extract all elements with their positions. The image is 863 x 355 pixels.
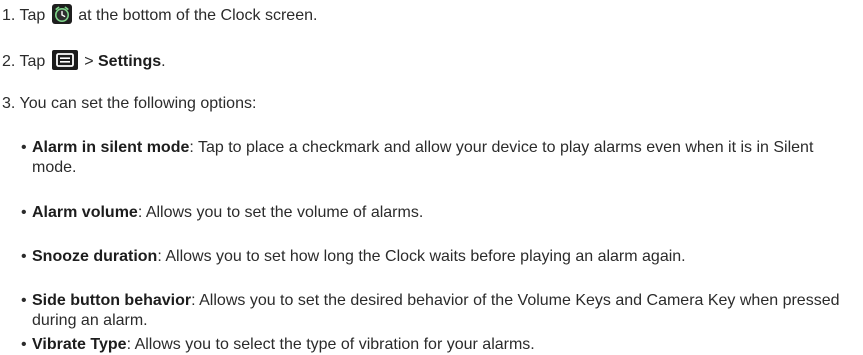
menu-key-icon xyxy=(51,50,78,76)
option-term: Side button behavior xyxy=(32,292,192,309)
bullet-icon: • xyxy=(21,248,27,265)
bullet-icon: • xyxy=(21,204,27,221)
option-term: Vibrate Type xyxy=(32,336,127,353)
list-item: • Alarm in silent mode: Tap to place a c… xyxy=(21,138,851,178)
step-3: 3. You can set the following options: xyxy=(2,94,256,114)
option-term: Alarm in silent mode xyxy=(32,139,190,156)
option-desc: : Allows you to select the type of vibra… xyxy=(126,336,535,353)
option-desc: : Allows you to set how long the Clock w… xyxy=(157,248,686,265)
option-term: Snooze duration xyxy=(32,248,158,265)
step-2-suffix: . xyxy=(161,53,166,70)
alarm-clock-icon xyxy=(51,4,72,30)
list-item: • Side button behavior: Allows you to se… xyxy=(21,291,851,331)
step-1: 1. Tap at the bottom of the Clock screen… xyxy=(2,4,317,30)
step-2: 2. Tap > Settings. xyxy=(2,50,166,76)
bullet-icon: • xyxy=(21,336,27,353)
option-term: Alarm volume xyxy=(32,204,138,221)
step-3-text: 3. You can set the following options: xyxy=(2,95,257,112)
step-1-suffix: at the bottom of the Clock screen. xyxy=(78,7,318,24)
bullet-icon: • xyxy=(21,139,27,156)
step-2-separator: > xyxy=(84,53,94,70)
list-item: • Snooze duration: Allows you to set how… xyxy=(21,247,851,267)
list-item: • Vibrate Type: Allows you to select the… xyxy=(21,335,851,355)
option-desc: : Allows you to set the volume of alarms… xyxy=(137,204,424,221)
step-2-prefix: 2. Tap xyxy=(2,53,46,70)
step-1-prefix: 1. Tap xyxy=(2,7,46,24)
list-item: • Alarm volume: Allows you to set the vo… xyxy=(21,203,851,223)
settings-label: Settings xyxy=(98,53,162,70)
bullet-icon: • xyxy=(21,292,27,309)
instructions-page: 1. Tap at the bottom of the Clock screen… xyxy=(0,0,863,353)
